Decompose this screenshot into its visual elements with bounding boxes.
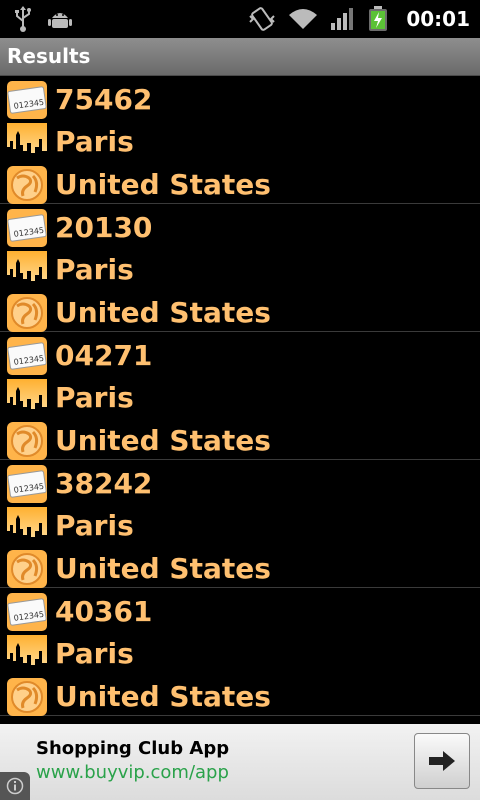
list-item[interactable]: 012345 20130 Paris United States [0, 204, 480, 332]
city-skyline-icon [7, 507, 47, 545]
country-name: United States [55, 424, 271, 457]
country-name: United States [55, 168, 271, 201]
city-row: Paris [0, 632, 480, 675]
page-title: Results [7, 44, 91, 68]
country-row: United States [0, 163, 480, 206]
country-name: United States [55, 296, 271, 329]
status-bar: 00:01 [0, 0, 480, 38]
city-name: Paris [55, 381, 134, 414]
postal-code: 75462 [55, 83, 153, 116]
ad-info-icon[interactable] [0, 772, 30, 800]
country-name: United States [55, 680, 271, 713]
android-debug-icon [48, 13, 72, 28]
city-name: Paris [55, 253, 134, 286]
globe-icon [7, 678, 47, 716]
city-row: Paris [0, 504, 480, 547]
ad-go-button[interactable] [414, 733, 470, 789]
postal-code-row: 012345 04271 [0, 334, 480, 377]
postal-code-row: 012345 20130 [0, 206, 480, 249]
country-row: United States [0, 291, 480, 334]
ad-url[interactable]: www.buyvip.com/app [36, 762, 229, 783]
city-skyline-icon [7, 123, 47, 161]
postal-code-row: 012345 40361 [0, 590, 480, 633]
postal-card-icon: 012345 [7, 337, 47, 375]
globe-icon [7, 166, 47, 204]
title-bar: Results [0, 38, 480, 76]
country-name: United States [55, 552, 271, 585]
globe-icon [7, 422, 47, 460]
country-row: United States [0, 547, 480, 590]
country-row: United States [0, 675, 480, 718]
list-item[interactable]: 012345 40361 Paris United States [0, 588, 480, 716]
arrow-right-icon [429, 751, 455, 771]
postal-code: 40361 [55, 595, 153, 628]
city-row: Paris [0, 376, 480, 419]
postal-code-row: 012345 75462 [0, 78, 480, 121]
postal-card-icon: 012345 [7, 465, 47, 503]
vibrate-icon [249, 7, 276, 31]
city-name: Paris [55, 125, 134, 158]
postal-code: 38242 [55, 467, 153, 500]
city-skyline-icon [7, 635, 47, 673]
results-list[interactable]: 012345 75462 Paris United States 012345 … [0, 76, 480, 724]
list-item[interactable]: 012345 75462 Paris United States [0, 76, 480, 204]
battery-charging-icon [369, 6, 388, 31]
globe-icon [7, 550, 47, 588]
country-row: United States [0, 419, 480, 462]
wifi-icon [289, 9, 318, 29]
city-name: Paris [55, 509, 134, 542]
ad-title[interactable]: Shopping Club App [36, 738, 229, 759]
city-row: Paris [0, 248, 480, 291]
postal-code-row: 012345 38242 [0, 462, 480, 505]
usb-icon [15, 6, 31, 32]
list-item[interactable]: 012345 38242 Paris United States [0, 460, 480, 588]
list-item[interactable]: 012345 04271 Paris United States [0, 332, 480, 460]
postal-card-icon: 012345 [7, 81, 47, 119]
status-time: 00:01 [406, 7, 470, 31]
globe-icon [7, 294, 47, 332]
city-row: Paris [0, 120, 480, 163]
city-skyline-icon [7, 251, 47, 289]
postal-code: 20130 [55, 211, 153, 244]
city-name: Paris [55, 637, 134, 670]
postal-card-icon: 012345 [7, 593, 47, 631]
signal-icon [331, 8, 354, 30]
ad-banner[interactable]: Shopping Club App www.buyvip.com/app [0, 724, 480, 800]
postal-card-icon: 012345 [7, 209, 47, 247]
postal-code: 04271 [55, 339, 153, 372]
city-skyline-icon [7, 379, 47, 417]
